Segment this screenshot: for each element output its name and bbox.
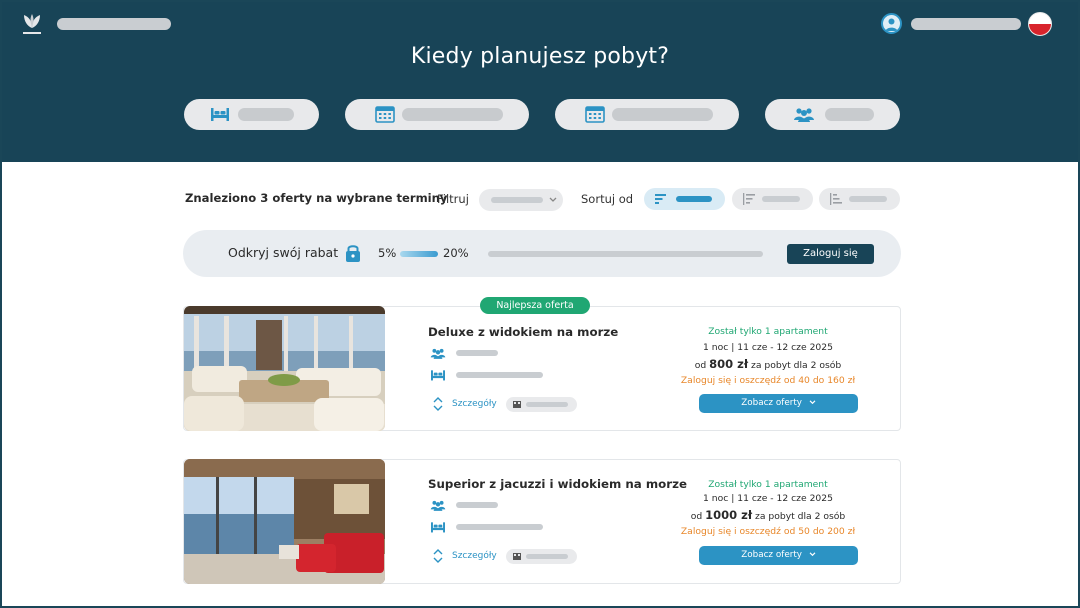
bed-icon: [431, 370, 445, 381]
room-name[interactable]: Superior z jacuzzi i widokiem na morze: [428, 477, 687, 491]
page-title: Kiedy planujesz pobyt?: [410, 44, 670, 69]
chevron-down-icon: [809, 552, 816, 557]
price-suffix: za pobyt dla 2 osób: [751, 360, 842, 371]
stay-dates: 1 noc | 11 cze - 12 cze 2025: [703, 342, 833, 353]
filter-label: Filtruj: [437, 192, 469, 206]
page-frame: Kiedy planujesz pobyt? Znaleziono 3 ofer…: [0, 0, 1080, 608]
filter-dropdown[interactable]: [479, 189, 563, 211]
availability-note: Został tylko 1 apartament: [708, 326, 828, 337]
gallery-chip[interactable]: [506, 397, 577, 412]
user-name-placeholder[interactable]: [911, 18, 1021, 30]
details-link[interactable]: Szczegóły: [452, 551, 497, 561]
discount-banner: Odkryj swój rabat 5% 20% Zaloguj się: [183, 230, 901, 277]
guests-field[interactable]: [765, 99, 900, 130]
see-offers-button[interactable]: Zobacz oferty: [699, 394, 858, 413]
discount-max: 20%: [443, 246, 469, 260]
capacity-placeholder: [456, 502, 498, 508]
best-offer-badge: Najlepsza oferta: [480, 297, 590, 314]
bed-type-placeholder: [456, 372, 543, 378]
see-offers-label: Zobacz oferty: [741, 398, 802, 408]
capacity-placeholder: [456, 350, 498, 356]
chevron-down-icon: [809, 400, 816, 405]
discount-min: 5%: [378, 246, 397, 260]
see-offers-button[interactable]: Zobacz oferty: [699, 546, 858, 565]
guests-icon: [430, 348, 446, 359]
sort-option-2[interactable]: [732, 188, 813, 210]
price-prefix: od: [694, 360, 707, 371]
room-photo[interactable]: [184, 306, 385, 431]
price-prefix: od: [690, 511, 703, 522]
stay-dates: 1 noc | 11 cze - 12 cze 2025: [703, 493, 833, 504]
price-suffix: za pobyt dla 2 osób: [755, 511, 846, 522]
login-savings-note[interactable]: Zaloguj się i oszczędź od 50 do 200 zł: [678, 526, 858, 537]
offer-card: Najlepsza oferta Deluxe z widokiem na mo…: [183, 297, 901, 431]
sort-label: Sortuj od: [581, 192, 634, 206]
sort-option-3[interactable]: [819, 188, 900, 210]
price-amount: 800 zł: [709, 357, 749, 371]
discount-progress-bar: [488, 251, 763, 257]
bed-type-placeholder: [456, 524, 543, 530]
expand-icon[interactable]: [433, 548, 443, 564]
gallery-chip[interactable]: [506, 549, 577, 564]
room-photo[interactable]: [184, 459, 385, 584]
login-savings-note[interactable]: Zaloguj się i oszczędź od 40 do 160 zł: [678, 375, 858, 386]
bed-icon: [431, 522, 445, 533]
room-type-field[interactable]: [184, 99, 319, 130]
sort-descending-icon: [655, 194, 666, 204]
calendar-icon: [375, 106, 395, 123]
discount-range-indicator: [400, 251, 438, 257]
bed-icon: [211, 108, 229, 121]
price-line: od 800 zł za pobyt dla 2 osób: [678, 357, 858, 371]
chevron-down-icon: [549, 197, 557, 202]
details-link[interactable]: Szczegóły: [452, 399, 497, 409]
language-flag-pl-icon[interactable]: [1028, 12, 1052, 36]
check-in-date-field[interactable]: [345, 99, 529, 130]
guests-icon: [794, 108, 814, 122]
lock-icon: [346, 245, 360, 262]
check-out-date-field[interactable]: [555, 99, 739, 130]
sort-descending-icon: [743, 193, 755, 205]
header: Kiedy planujesz pobyt?: [2, 2, 1078, 162]
gallery-icon: [513, 401, 521, 408]
sort-option-1[interactable]: [644, 188, 725, 210]
guests-icon: [430, 500, 446, 511]
room-name[interactable]: Deluxe z widokiem na morze: [428, 325, 618, 339]
price-amount: 1000 zł: [705, 508, 753, 522]
price-line: od 1000 zł za pobyt dla 2 osób: [678, 508, 858, 522]
see-offers-label: Zobacz oferty: [741, 550, 802, 560]
user-account-icon[interactable]: [881, 13, 902, 34]
login-button[interactable]: Zaloguj się: [787, 244, 874, 264]
gallery-icon: [513, 553, 521, 560]
offer-card: Superior z jacuzzi i widokiem na morze S…: [183, 459, 901, 584]
discount-label: Odkryj swój rabat: [228, 245, 339, 260]
expand-icon[interactable]: [433, 396, 443, 412]
availability-note: Został tylko 1 apartament: [708, 479, 828, 490]
hotel-name-placeholder: [57, 18, 171, 30]
sort-ascending-icon: [830, 193, 842, 205]
calendar-icon: [585, 106, 605, 123]
results-count: Znaleziono 3 oferty na wybrane terminy: [185, 191, 448, 205]
logo-icon[interactable]: [21, 12, 43, 36]
